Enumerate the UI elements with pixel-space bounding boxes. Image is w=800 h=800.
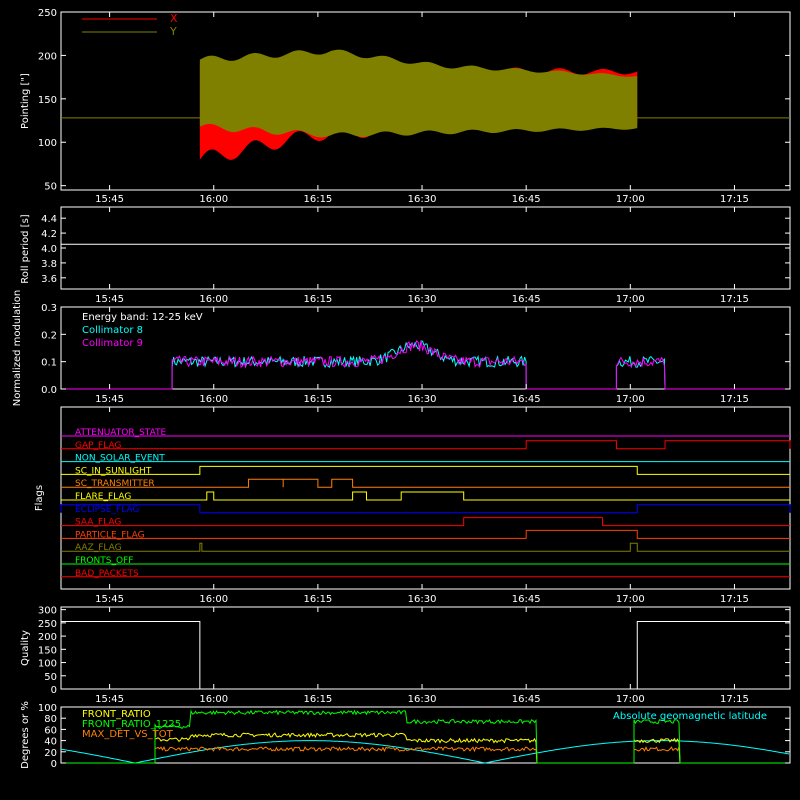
xtick-label: 16:30 bbox=[408, 694, 437, 705]
xtick-label: 16:30 bbox=[408, 594, 437, 605]
xtick-label: 16:15 bbox=[303, 394, 332, 405]
ytick-label: 20 bbox=[44, 748, 57, 759]
ytick-label: 150 bbox=[38, 645, 57, 656]
xtick-label: 16:15 bbox=[303, 594, 332, 605]
flags-ylabel: Flags bbox=[34, 485, 45, 511]
flag-line-sc-in-sunlight bbox=[61, 465, 790, 475]
xtick-label: 17:00 bbox=[616, 294, 645, 305]
quality-panel: Quality 0 50 100 150 200 250 300 15:45 16:00 16:… bbox=[20, 606, 791, 705]
ytick-label: 3.8 bbox=[41, 259, 57, 270]
legend-y-label: Y bbox=[169, 25, 177, 38]
xtick-label: 16:45 bbox=[512, 394, 541, 405]
xtick-label: 16:15 bbox=[303, 194, 332, 205]
modulation-panel: Normalized modulation 0.0 0.1 0.2 0.3 15:45… bbox=[12, 290, 791, 407]
ytick-label: 300 bbox=[38, 606, 57, 617]
ytick-label: 0 bbox=[51, 759, 57, 770]
xtick-label: 17:15 bbox=[720, 194, 749, 205]
flag-label-eclipse-flag: ECLIPSE_FLAG bbox=[75, 505, 139, 515]
xtick-label: 16:15 bbox=[303, 694, 332, 705]
xtick-label: 16:30 bbox=[408, 194, 437, 205]
xtick-label: 17:00 bbox=[616, 594, 645, 605]
modulation-ylabel: Normalized modulation bbox=[12, 290, 23, 407]
ytick-label: 4.4 bbox=[41, 214, 57, 225]
xtick-label: 17:00 bbox=[616, 394, 645, 405]
ratios-panel: Degrees or % 020406080100 FRONT_RATIO FR… bbox=[20, 701, 791, 770]
xtick-label: 16:00 bbox=[199, 594, 228, 605]
modulation-series-9 bbox=[61, 339, 790, 390]
pointing-legend: X Y bbox=[82, 12, 178, 38]
ytick-label: 0.1 bbox=[41, 358, 57, 369]
xtick-label: 16:30 bbox=[408, 394, 437, 405]
xtick-label: 16:30 bbox=[408, 294, 437, 305]
xtick-label: 15:45 bbox=[95, 394, 124, 405]
ytick-label: 0.3 bbox=[41, 303, 57, 314]
legend-collimator-8: Collimator 8 bbox=[82, 325, 143, 336]
ytick-label: 150 bbox=[38, 95, 57, 106]
flags-panel: ATTENUATOR_STATEGAP_FLAGNON_SOLAR_EVENTS… bbox=[34, 406, 791, 605]
xtick-label: 17:15 bbox=[720, 594, 749, 605]
roll-panel-frame bbox=[60, 206, 791, 290]
flag-line-flare-flag bbox=[61, 491, 790, 501]
ytick-label: 4.0 bbox=[41, 244, 57, 255]
ytick-label: 3.6 bbox=[41, 274, 57, 285]
flag-line-particle-flag bbox=[61, 529, 790, 539]
legend-max-det-vs-tot: MAX_DET_VS_TOT bbox=[82, 729, 174, 740]
roll-period-panel: Roll period [s] 3.6 3.8 4.0 4.2 4.4 15:45 16:… bbox=[20, 206, 791, 305]
ratio-series-2 bbox=[61, 745, 790, 764]
ytick-label: 0.2 bbox=[41, 330, 57, 341]
ytick-label: 4.2 bbox=[41, 229, 57, 240]
ytick-label: 200 bbox=[38, 632, 57, 643]
ytick-label: 200 bbox=[38, 51, 57, 62]
flag-line-saa-flag bbox=[61, 517, 790, 527]
xtick-label: 16:00 bbox=[199, 194, 228, 205]
ytick-label: 80 bbox=[44, 714, 57, 725]
ratios-ylabel: Degrees or % bbox=[20, 701, 31, 769]
xtick-label: 15:45 bbox=[95, 594, 124, 605]
ytick-label: 100 bbox=[38, 138, 57, 149]
quality-panel-frame bbox=[60, 606, 791, 690]
ytick-label: 40 bbox=[44, 737, 57, 748]
energy-band-annotation: Energy band: 12-25 keV bbox=[82, 312, 203, 323]
ytick-label: 100 bbox=[38, 659, 57, 670]
ytick-label: 0.0 bbox=[41, 385, 57, 396]
xtick-label: 16:00 bbox=[199, 294, 228, 305]
xtick-label: 16:45 bbox=[512, 594, 541, 605]
xtick-label: 15:45 bbox=[95, 694, 124, 705]
xtick-label: 17:15 bbox=[720, 394, 749, 405]
xtick-label: 17:15 bbox=[720, 694, 749, 705]
xtick-label: 16:45 bbox=[512, 294, 541, 305]
xtick-label: 16:00 bbox=[199, 394, 228, 405]
ytick-label: 50 bbox=[44, 182, 57, 193]
pointing-band-y bbox=[199, 49, 638, 138]
ytick-label: 60 bbox=[44, 725, 57, 736]
roll-ylabel: Roll period [s] bbox=[20, 214, 31, 283]
flag-line-aaz-flag bbox=[61, 542, 790, 552]
flags-panel-frame bbox=[60, 406, 791, 590]
xtick-label: 17:00 bbox=[616, 694, 645, 705]
legend-collimator-9: Collimator 9 bbox=[82, 338, 143, 349]
xtick-label: 15:45 bbox=[95, 294, 124, 305]
flag-line-eclipse-flag bbox=[60, 504, 791, 514]
xtick-label: 16:15 bbox=[303, 294, 332, 305]
legend-x-label: X bbox=[170, 12, 178, 25]
quality-line bbox=[61, 621, 790, 690]
legend-geomagnetic-latitude: Absolute geomagnetic latitude bbox=[613, 711, 767, 722]
flag-line-gap-flag bbox=[61, 440, 791, 450]
ytick-label: 0 bbox=[51, 685, 57, 696]
xtick-label: 16:45 bbox=[512, 694, 541, 705]
xtick-label: 15:45 bbox=[95, 194, 124, 205]
ytick-label: 250 bbox=[38, 619, 57, 630]
xtick-label: 16:00 bbox=[199, 694, 228, 705]
ytick-label: 250 bbox=[38, 8, 57, 19]
pointing-panel: Pointing ["] 50 100 150 200 250 15:45 16:00 16… bbox=[20, 8, 791, 205]
quality-ylabel: Quality bbox=[20, 630, 31, 666]
xtick-label: 17:15 bbox=[720, 294, 749, 305]
rhessi-quicklook-figure: Pointing ["] 50100150200250 15:45 16:00 16… bbox=[12, 8, 791, 770]
ytick-label: 50 bbox=[44, 672, 57, 683]
pointing-ylabel: Pointing ["] bbox=[20, 73, 31, 129]
xtick-label: 16:45 bbox=[512, 194, 541, 205]
ytick-label: 100 bbox=[38, 703, 57, 714]
flag-line-sc-transmitter bbox=[61, 478, 790, 488]
xtick-label: 17:00 bbox=[616, 194, 645, 205]
